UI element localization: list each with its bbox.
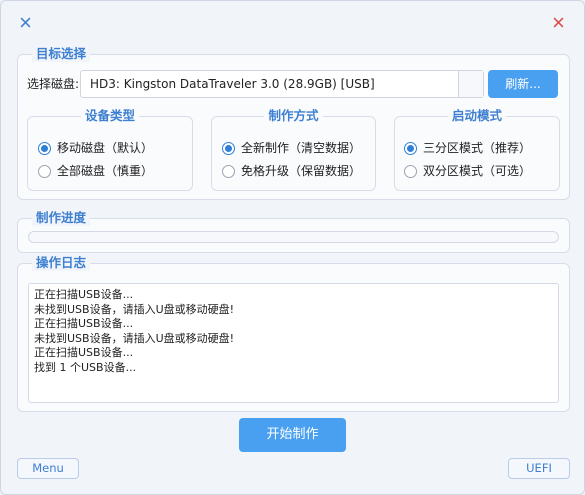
disk-select-value: HD3: Kingston DataTraveler 3.0 (28.9GB) … [90,77,375,91]
uefi-button[interactable]: UEFI [508,458,570,479]
radio-unchecked-icon[interactable] [222,164,235,178]
radio-boot-three[interactable]: 三分区模式（推荐） [404,140,531,156]
log-line: 未找到USB设备，请插入U盘或移动硬盘! [34,302,235,316]
radio-label: 免格升级（保留数据） [241,164,362,178]
radio-label: 全新制作（清空数据） [241,141,362,155]
radio-label: 移动磁盘（默认） [57,141,154,155]
log-line: 找到 1 个USB设备... [34,360,137,374]
log-line: 正在扫描USB设备... [34,317,134,330]
log-textarea[interactable]: 正在扫描USB设备... 未找到USB设备，请插入U盘或移动硬盘! 正在扫描US… [28,283,559,403]
progress-bar [28,231,559,243]
radio-make-new[interactable]: 全新制作（清空数据） [222,140,361,156]
make-mode-title: 制作方式 [264,108,323,123]
log-line: 正在扫描USB设备... [34,346,134,359]
log-line: 正在扫描USB设备... [34,288,134,301]
radio-checked-icon[interactable] [38,141,51,155]
log-group-title: 操作日志 [32,255,91,271]
disk-select[interactable]: HD3: Kingston DataTraveler 3.0 (28.9GB) … [80,70,484,98]
refresh-button[interactable]: 刷新... [488,70,558,98]
radio-unchecked-icon[interactable] [404,164,417,178]
radio-checked-icon[interactable] [404,141,417,155]
radio-unchecked-icon[interactable] [38,164,51,178]
radio-boot-two[interactable]: 双分区模式（可选） [404,163,531,179]
disk-label: 选择磁盘: [27,77,80,91]
radio-device-all[interactable]: 全部磁盘（慎重） [38,163,153,179]
radio-device-removable[interactable]: 移动磁盘（默认） [38,140,153,156]
app-window: 目标选择 选择磁盘: HD3: Kingston DataTraveler 3.… [0,0,585,495]
target-group-title: 目标选择 [32,46,91,62]
device-type-title: 设备类型 [80,108,139,123]
log-line: 未找到USB设备，请插入U盘或移动硬盘! [34,331,235,345]
radio-make-upgrade[interactable]: 免格升级（保留数据） [222,163,361,179]
radio-label: 三分区模式（推荐） [423,141,532,155]
radio-label: 双分区模式（可选） [423,164,532,178]
close-icon[interactable] [546,10,570,34]
progress-group-title: 制作进度 [32,210,91,226]
start-button[interactable]: 开始制作 [239,418,346,452]
x-menu-icon[interactable] [13,10,37,34]
radio-label: 全部磁盘（慎重） [57,164,154,178]
radio-checked-icon[interactable] [222,141,235,155]
menu-button[interactable]: Menu [17,458,79,479]
dropdown-arrow-icon[interactable] [458,71,483,97]
boot-mode-title: 启动模式 [447,108,506,123]
